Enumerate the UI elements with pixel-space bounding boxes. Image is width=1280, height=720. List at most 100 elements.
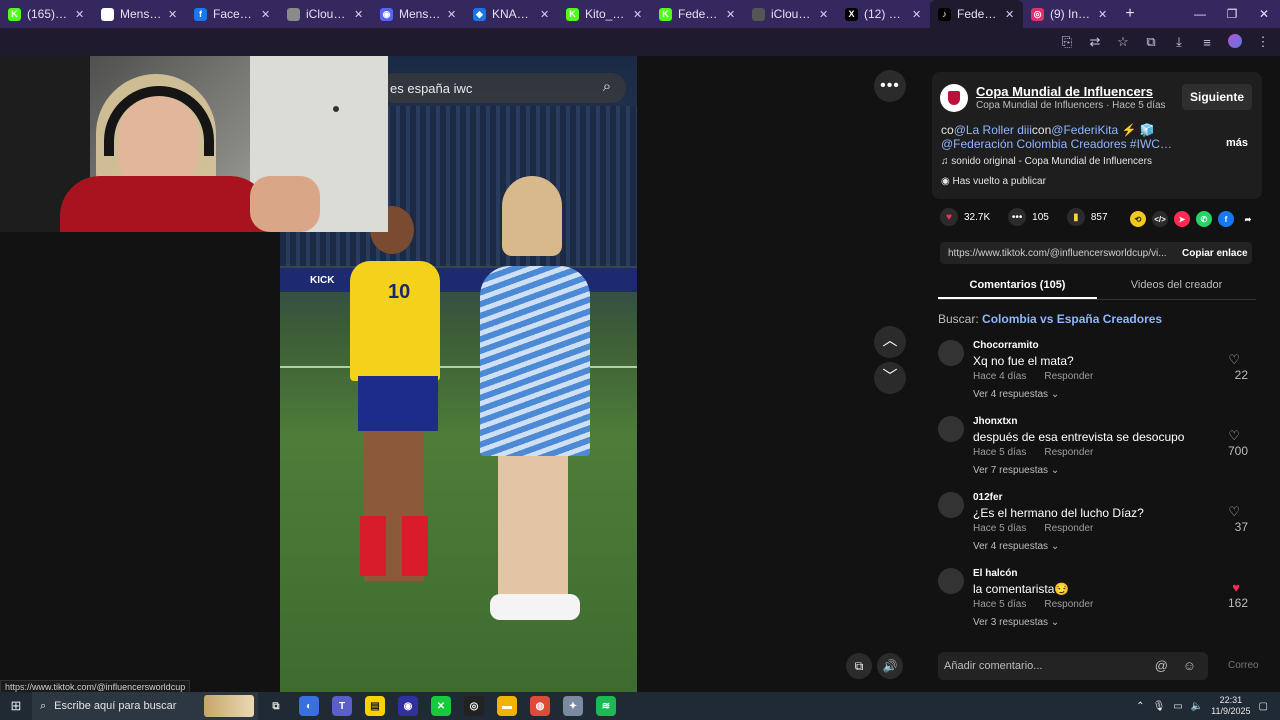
- browser-tab[interactable]: K Kito_Shelby ✕: [558, 0, 651, 28]
- translate-icon[interactable]: ⇄: [1086, 34, 1104, 50]
- tab-creator-videos[interactable]: Videos del creador: [1097, 272, 1256, 299]
- comment-author[interactable]: Chocorramito: [973, 340, 1039, 351]
- github-icon[interactable]: ◎: [464, 696, 484, 716]
- whatsapp-icon[interactable]: ✆: [1196, 211, 1212, 227]
- close-tab-icon[interactable]: ✕: [726, 8, 736, 21]
- close-tab-icon[interactable]: ✕: [261, 8, 271, 21]
- teams-icon[interactable]: T: [332, 696, 352, 716]
- follow-button[interactable]: Siguiente: [1182, 84, 1252, 110]
- profile-avatar[interactable]: [1226, 33, 1244, 51]
- close-tab-icon[interactable]: ✕: [633, 8, 643, 21]
- sticky-icon[interactable]: ▤: [365, 696, 385, 716]
- share-arrow-icon[interactable]: ➦: [1240, 211, 1256, 227]
- bookmark-star-icon[interactable]: ☆: [1114, 34, 1132, 50]
- mention-link[interactable]: @FederiKita: [1051, 123, 1118, 137]
- reply-button[interactable]: Responder: [1044, 447, 1093, 458]
- repost-icon[interactable]: ⟲: [1130, 211, 1146, 227]
- comment-author[interactable]: El halcón: [973, 568, 1017, 579]
- close-tab-icon[interactable]: ✕: [540, 8, 550, 21]
- send-icon[interactable]: ➤: [1174, 211, 1190, 227]
- browser-tab[interactable]: ◉ Mensaje par ✕: [372, 0, 465, 28]
- close-tab-icon[interactable]: ✕: [912, 8, 922, 21]
- notifications-icon[interactable]: ▢: [1259, 701, 1268, 712]
- close-tab-icon[interactable]: ✕: [1005, 8, 1015, 21]
- avatar[interactable]: [938, 568, 964, 594]
- reading-list-icon[interactable]: ≡: [1198, 35, 1216, 50]
- reply-button[interactable]: Responder: [1044, 523, 1093, 534]
- copilot-icon[interactable]: ◐: [299, 696, 319, 716]
- close-tab-icon[interactable]: ✕: [1098, 8, 1108, 21]
- search-input[interactable]: es españa iwc: [390, 81, 472, 96]
- avatar[interactable]: [938, 340, 964, 366]
- close-tab-icon[interactable]: ✕: [168, 8, 178, 21]
- microphone-icon[interactable]: 🎙: [1153, 701, 1166, 712]
- add-comment-field[interactable]: Añadir comentario... @ ☺: [938, 652, 1208, 680]
- close-tab-icon[interactable]: ✕: [447, 8, 457, 21]
- post-comment-button[interactable]: Correo: [1228, 660, 1259, 671]
- view-replies-button[interactable]: Ver 3 respuestas ⌄: [973, 617, 1059, 628]
- view-replies-button[interactable]: Ver 7 respuestas ⌄: [973, 465, 1059, 476]
- windows-start-icon[interactable]: ⊞: [0, 698, 32, 714]
- cast-icon[interactable]: ⎘: [1058, 34, 1076, 50]
- comment-like-icon[interactable]: ♡: [1228, 504, 1240, 520]
- browser-tab[interactable]: M Mensajes ✕: [93, 0, 186, 28]
- copy-link-button[interactable]: Copiar enlace: [1182, 248, 1248, 259]
- comment-button[interactable]: ••• 105: [1008, 208, 1049, 226]
- emoji-icon[interactable]: ☺: [1183, 652, 1196, 680]
- mention-icon[interactable]: @: [1155, 652, 1168, 680]
- browser-tab[interactable]: iCloud Mail ✕: [744, 0, 837, 28]
- comment-like-icon[interactable]: ♡: [1228, 428, 1240, 444]
- clock[interactable]: 22:31 11/9/2025: [1211, 695, 1250, 717]
- volume-icon[interactable]: 🔈: [1191, 701, 1203, 712]
- reply-button[interactable]: Responder: [1044, 599, 1093, 610]
- like-button[interactable]: ♥ 32.7K: [940, 208, 990, 226]
- browser-tab[interactable]: K Federikita S ✕: [651, 0, 744, 28]
- more-options-button[interactable]: •••: [874, 70, 906, 102]
- chrome-icon[interactable]: ◍: [530, 696, 550, 716]
- comment-like-icon[interactable]: ♡: [1228, 352, 1240, 368]
- browser-tab[interactable]: iCloud Mail ✕: [279, 0, 372, 28]
- search-bar[interactable]: es españa iwc ⌕: [380, 73, 626, 103]
- avatar[interactable]: [938, 492, 964, 518]
- minimize-icon[interactable]: —: [1184, 0, 1216, 28]
- description-line-2[interactable]: @Federación Colombia Creadores #IWC2025.…: [941, 137, 1177, 151]
- app-icon[interactable]: ✦: [563, 696, 583, 716]
- mention-link[interactable]: @La Roller diii: [954, 123, 1032, 137]
- tab-comments[interactable]: Comentarios (105): [938, 272, 1097, 299]
- next-video-button[interactable]: ﹀: [874, 362, 906, 394]
- network-icon[interactable]: ▭: [1173, 701, 1182, 712]
- view-replies-button[interactable]: Ver 4 respuestas ⌄: [973, 541, 1059, 552]
- new-tab-button[interactable]: +: [1116, 5, 1144, 23]
- file-explorer-icon[interactable]: ▬: [497, 696, 517, 716]
- comment-like-icon[interactable]: ♥: [1232, 580, 1240, 595]
- embed-icon[interactable]: </>: [1152, 211, 1168, 227]
- spotify-icon[interactable]: ≋: [596, 696, 616, 716]
- previous-video-button[interactable]: ︿: [874, 326, 906, 358]
- avatar[interactable]: [938, 416, 964, 442]
- comment-author[interactable]: 012fer: [973, 492, 1002, 503]
- miniplayer-icon[interactable]: ⧉: [846, 653, 872, 679]
- music-link[interactable]: ♫ sonido original - Copa Mundial de Infl…: [941, 156, 1152, 167]
- restore-icon[interactable]: ❐: [1216, 0, 1248, 28]
- reply-button[interactable]: Responder: [1044, 371, 1093, 382]
- search-suggestion-link[interactable]: Colombia vs España Creadores: [982, 312, 1162, 326]
- download-icon[interactable]: ⤓: [1170, 34, 1188, 50]
- tray-chevron-icon[interactable]: ⌃: [1136, 701, 1144, 712]
- task-view-icon[interactable]: ⧉: [266, 696, 286, 716]
- close-window-icon[interactable]: ✕: [1248, 0, 1280, 28]
- browser-tab[interactable]: ◆ KNAK - Goo ✕: [465, 0, 558, 28]
- xbox-icon[interactable]: ✕: [431, 696, 451, 716]
- browser-tab[interactable]: X (12) Home / ✕: [837, 0, 930, 28]
- close-tab-icon[interactable]: ✕: [819, 8, 829, 21]
- view-replies-button[interactable]: Ver 4 respuestas ⌄: [973, 389, 1059, 400]
- author-name[interactable]: Copa Mundial de Influencers: [976, 84, 1153, 99]
- close-tab-icon[interactable]: ✕: [354, 8, 364, 21]
- close-tab-icon[interactable]: ✕: [75, 8, 85, 21]
- video-url[interactable]: https://www.tiktok.com/@influencersworld…: [948, 248, 1174, 259]
- browser-tab[interactable]: f Facebook ✕: [186, 0, 279, 28]
- facebook-icon[interactable]: f: [1218, 211, 1234, 227]
- save-button[interactable]: ▮ 857: [1066, 208, 1108, 226]
- volume-icon[interactable]: 🔊: [877, 653, 903, 679]
- more-text-button[interactable]: más: [1226, 137, 1248, 149]
- browser-menu-icon[interactable]: ⋮: [1254, 34, 1272, 50]
